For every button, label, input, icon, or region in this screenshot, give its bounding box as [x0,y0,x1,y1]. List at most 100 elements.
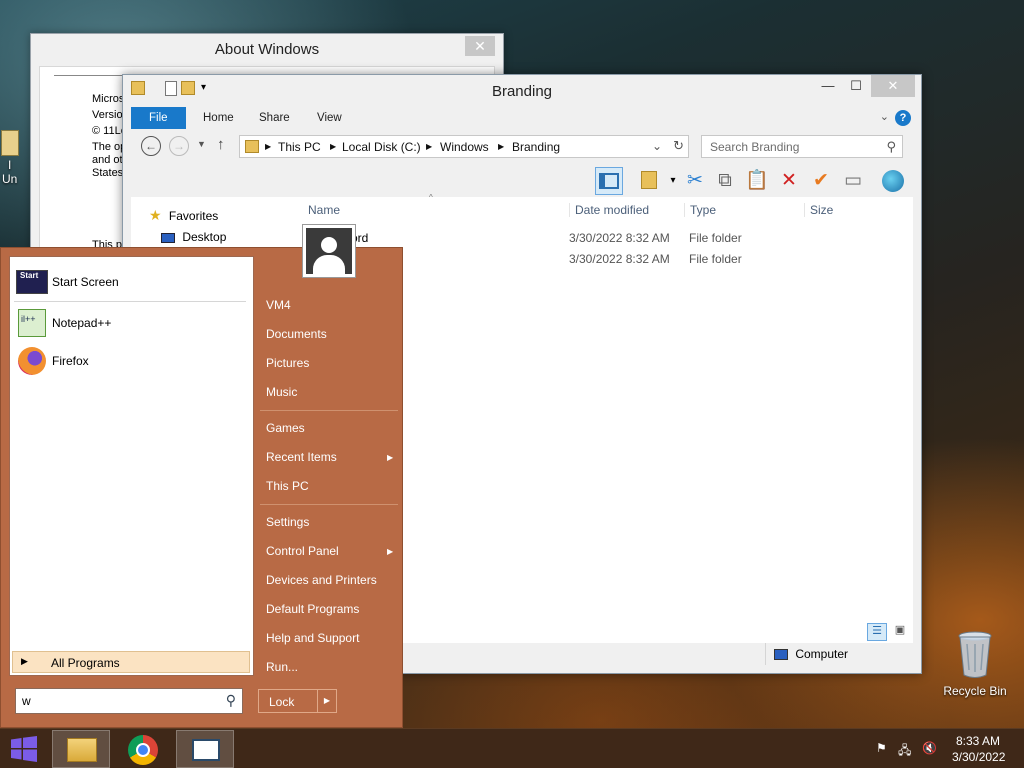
desktop-nav-item[interactable]: Desktop [161,230,226,244]
start-screen-label: Start Screen [52,275,119,289]
rename-icon[interactable]: ▭ [839,167,867,195]
start-right-help-support[interactable]: Help and Support [266,631,359,645]
start-right-this-pc[interactable]: This PC [266,479,309,493]
breadcrumb-separator: ▶ [330,142,337,151]
start-right-music[interactable]: Music [266,385,297,399]
all-programs-button[interactable]: ▶ All Programs [12,651,250,673]
favorites-item[interactable]: ★ Favorites [149,207,218,224]
start-right-games[interactable]: Games [266,421,305,435]
close-button[interactable]: ✕ [871,75,915,97]
breadcrumb-separator: ▶ [426,142,433,151]
start-right-pictures[interactable]: Pictures [266,356,309,370]
start-right-default-programs[interactable]: Default Programs [266,602,359,616]
notepadpp-icon: il++ [18,309,46,337]
star-icon: ★ [149,207,162,223]
search-placeholder: Search Branding [710,140,800,154]
computer-location: Computer [765,643,915,665]
search-input[interactable]: Search Branding ⚲ [701,135,903,158]
recycle-bin-label: Recycle Bin [943,684,1007,698]
column-size[interactable]: Size [804,203,833,217]
favorites-label: Favorites [168,209,219,223]
start-search-box[interactable]: w ⚲ [15,688,243,714]
taskbar-window-app[interactable] [176,730,234,768]
search-icon[interactable]: ⚲ [226,692,236,709]
desktop-icon [161,232,175,243]
start-right-control-panel[interactable]: Control Panel [266,544,339,558]
minimize-button[interactable]: — [813,75,843,97]
checkmark-icon[interactable]: ✔ [807,167,835,195]
clock-date[interactable]: 3/30/2022 [952,750,1005,764]
start-right-devices-printers[interactable]: Devices and Printers [266,573,377,587]
search-input[interactable]: w [22,694,31,708]
taskbar-chrome[interactable] [114,730,172,768]
start-right-run[interactable]: Run... [266,660,298,674]
start-right-settings[interactable]: Settings [266,515,309,529]
ribbon-expand-icon[interactable]: ⌄ [880,110,889,123]
delete-icon[interactable]: ✕ [775,167,803,195]
column-date[interactable]: Date modified [569,203,649,217]
maximize-button[interactable]: ☐ [841,75,871,97]
title-bar[interactable]: ▾ Branding — ☐ ✕ [123,75,921,105]
tab-view[interactable]: View [307,107,352,129]
address-bar[interactable]: ▶ This PC ▶ Local Disk (C:) ▶ Windows ▶ … [239,135,689,158]
sort-arrow-icon: ^ [429,193,433,202]
copy-icon[interactable]: ⧉ [711,167,739,195]
shell-icon[interactable] [879,167,907,195]
details-view-icon[interactable]: ☰ [867,623,887,641]
taskbar-file-explorer[interactable] [52,730,110,768]
notepadpp-label: Notepad++ [52,316,112,330]
help-icon[interactable]: ? [895,110,911,126]
start-screen-icon: Start [16,270,48,294]
breadcrumb-windows[interactable]: Windows [440,140,489,154]
start-button[interactable] [0,729,48,768]
user-icon [306,228,352,274]
breadcrumb-this-pc[interactable]: This PC [278,140,321,154]
preview-pane-icon[interactable] [595,167,623,195]
volume-muted-icon[interactable]: 🔇 [922,741,937,755]
large-icons-view-icon[interactable]: ▣ [891,623,909,641]
start-right-documents[interactable]: Documents [266,327,327,341]
lock-button[interactable]: Lock [258,689,318,713]
breadcrumb-branding[interactable]: Branding [512,140,560,154]
flag-icon[interactable]: ⚑ [876,741,887,755]
start-right-recent-items[interactable]: Recent Items [266,450,337,464]
window-app-icon [192,739,220,761]
paste-icon[interactable]: 📋 [743,167,771,195]
search-icon: ⚲ [886,139,896,154]
row-date: 3/30/2022 8:32 AM [569,231,670,245]
tab-home[interactable]: Home [193,107,244,129]
cut-icon[interactable]: ✂ [681,167,709,195]
firefox-item[interactable]: Firefox [14,345,249,377]
start-screen-item[interactable]: Start Start Screen [14,266,249,298]
chevron-right-icon: ▶ [387,547,394,556]
recycle-bin[interactable]: Recycle Bin [940,630,1010,698]
up-button[interactable]: ↑ [217,136,225,153]
start-right-vm4[interactable]: VM4 [266,298,291,312]
start-menu[interactable]: Start Start Screen il++ Notepad++ Firefo… [0,224,403,728]
dialog-title: About Windows [214,41,320,58]
column-type[interactable]: Type [684,203,716,217]
chevron-down-icon[interactable]: ⌄ [652,139,662,153]
clock-time[interactable]: 8:33 AM [956,734,1000,748]
refresh-icon[interactable]: ↻ [673,138,684,154]
column-name[interactable]: Name [308,203,340,217]
taskbar: ⚑ 🖧 🔇 8:33 AM 3/30/2022 [0,728,1024,768]
row-type: File folder [689,252,742,266]
status-location-label: Computer [795,647,849,661]
tab-share[interactable]: Share [249,107,300,129]
power-options-button[interactable]: ▶ [317,689,337,713]
close-button[interactable]: ✕ [465,36,495,56]
tab-file[interactable]: File [131,107,186,129]
network-icon[interactable]: 🖧 [898,741,911,762]
forward-button[interactable]: → [169,136,189,156]
ribbon-tabs: File Home Share View ⌄ ? [131,107,913,129]
back-button[interactable]: ← [141,136,161,156]
all-programs-label: All Programs [51,656,120,670]
breadcrumb-local-disk[interactable]: Local Disk (C:) [342,140,421,154]
notepadpp-item[interactable]: il++ Notepad++ [14,307,249,339]
recycle-bin-icon [958,631,992,678]
folder-icon [67,738,97,762]
firefox-icon [18,347,46,375]
avatar[interactable] [302,224,356,278]
recent-locations-icon[interactable]: ▼ [197,139,206,149]
